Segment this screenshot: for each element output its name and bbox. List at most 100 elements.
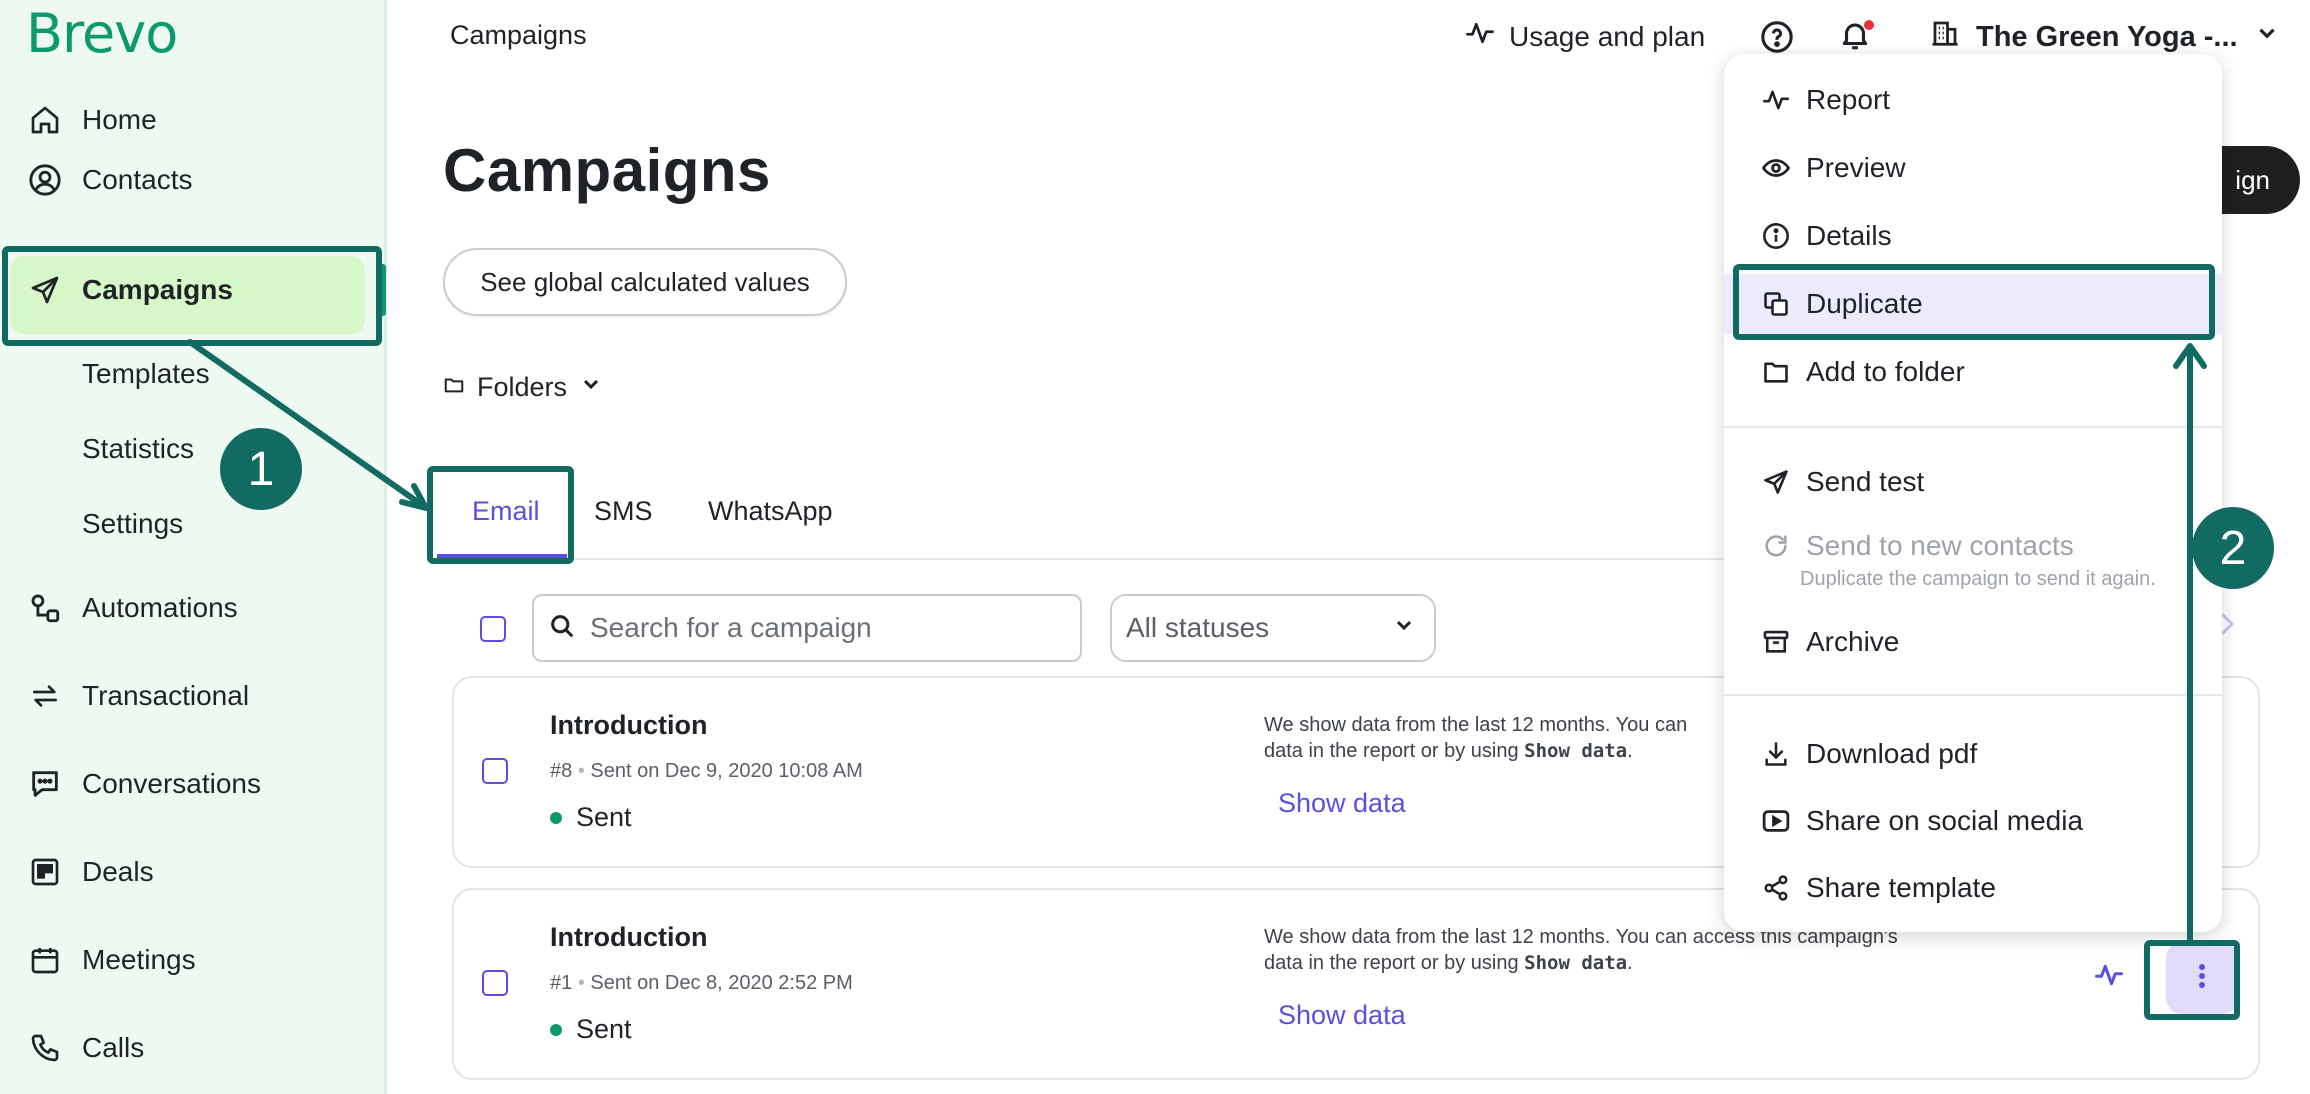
transactional-icon: [26, 677, 64, 715]
menu-item-label: Download pdf: [1806, 738, 1978, 769]
note-text: data in the report or by using: [1264, 952, 1525, 974]
video-icon: [1760, 805, 1792, 837]
report-icon[interactable]: [2094, 960, 2126, 992]
sidebar-subitem-settings[interactable]: Settings: [82, 508, 183, 540]
tab-whatsapp[interactable]: WhatsApp: [708, 496, 833, 527]
sidebar-subitem-statistics[interactable]: Statistics: [82, 433, 194, 465]
sidebar-item-label: Deals: [82, 856, 154, 887]
menu-item-label: Preview: [1806, 152, 1906, 183]
sidebar-item-conversations[interactable]: Conversations: [0, 744, 387, 824]
note-line: data in the report or by using Show data…: [1264, 950, 1984, 976]
help-icon[interactable]: [1760, 20, 1794, 54]
show-data-link[interactable]: Show data: [1278, 788, 1406, 819]
menu-item-add-to-folder[interactable]: Add to folder: [1724, 342, 2222, 402]
see-global-values-button[interactable]: See global calculated values: [443, 248, 847, 316]
show-data-link[interactable]: Show data: [1278, 1000, 1406, 1031]
menu-item-label: Share on social media: [1806, 805, 2084, 836]
note-bold: Show data: [1524, 952, 1628, 974]
sidebar-item-contacts[interactable]: Contacts: [0, 140, 387, 220]
menu-item-archive[interactable]: Archive: [1724, 612, 2222, 672]
search-field[interactable]: [532, 594, 1082, 662]
campaign-sent-info: Sent on Dec 9, 2020 10:08 AM: [590, 760, 863, 782]
menu-item-download-pdf[interactable]: Download pdf: [1724, 724, 2222, 784]
contacts-icon: [26, 161, 64, 199]
status-dot: [550, 1023, 562, 1036]
menu-item-label: Send test: [1806, 466, 1925, 497]
annotation-box-email-tab: [427, 466, 574, 564]
sidebar-item-deals[interactable]: Deals: [0, 832, 387, 912]
sidebar-item-transactional[interactable]: Transactional: [0, 656, 387, 736]
download-icon: [1760, 738, 1792, 770]
notification-dot: [1864, 20, 1874, 30]
menu-item-send-test[interactable]: Send test: [1724, 452, 2222, 512]
note-end: .: [1627, 952, 1633, 974]
menu-divider: [1724, 694, 2222, 696]
annotation-box-duplicate: [1733, 264, 2215, 340]
status-filter-select[interactable]: All statuses: [1110, 594, 1436, 662]
menu-item-label: Add to folder: [1806, 356, 1965, 387]
brevo-logo[interactable]: Brevo: [26, 2, 178, 65]
usage-label: Usage and plan: [1509, 20, 1706, 52]
sidebar-item-automations[interactable]: Automations: [0, 568, 387, 648]
chevron-down-icon: [579, 372, 603, 403]
menu-item-share-template[interactable]: Share template: [1724, 858, 2222, 918]
share-icon: [1760, 872, 1792, 904]
status-label: Sent: [576, 802, 632, 832]
sidebar-item-label: Home: [82, 104, 157, 135]
home-icon: [26, 101, 64, 139]
menu-item-label: Details: [1806, 220, 1892, 251]
campaign-checkbox[interactable]: [482, 758, 508, 784]
sidebar-item-label: Automations: [82, 592, 238, 623]
campaign-status: Sent: [550, 802, 632, 833]
campaign-checkbox[interactable]: [482, 970, 508, 996]
campaign-meta: #1 • Sent on Dec 8, 2020 2:52 PM: [550, 972, 853, 995]
status-label: Sent: [576, 1014, 632, 1044]
menu-item-label: Send to new contacts: [1806, 530, 2074, 561]
menu-item-share-social[interactable]: Share on social media: [1724, 791, 2222, 851]
chevron-down-icon: [2254, 20, 2280, 54]
activity-icon: [1465, 18, 1495, 55]
step-badge-2: 2: [2192, 507, 2274, 589]
campaign-number: #1: [550, 972, 573, 994]
note-end: .: [1627, 740, 1633, 762]
campaign-title[interactable]: Introduction: [550, 922, 707, 953]
sidebar: Brevo Home Contacts Campaigns Templates …: [0, 0, 387, 1094]
tab-sms[interactable]: SMS: [594, 496, 653, 527]
send-to-new-hint: Duplicate the campaign to send it again.: [1800, 568, 2156, 590]
usage-and-plan-link[interactable]: Usage and plan: [1465, 18, 1705, 55]
select-all-checkbox[interactable]: [480, 616, 506, 642]
folders-toggle[interactable]: Folders: [443, 372, 603, 403]
deals-icon: [26, 853, 64, 891]
campaign-meta: #8 • Sent on Dec 9, 2020 10:08 AM: [550, 760, 863, 783]
account-switcher[interactable]: The Green Yoga -...: [1930, 18, 2280, 56]
refresh-icon: [1760, 530, 1792, 562]
menu-item-details[interactable]: Details: [1724, 206, 2222, 266]
meta-separator: •: [577, 972, 591, 994]
sidebar-item-meetings[interactable]: Meetings: [0, 920, 387, 1000]
status-dot: [550, 811, 562, 824]
activity-icon: [1760, 84, 1792, 116]
campaign-title[interactable]: Introduction: [550, 710, 707, 741]
automations-icon: [26, 589, 64, 627]
step-badge-1: 1: [220, 428, 302, 510]
sidebar-subitem-templates[interactable]: Templates: [82, 358, 210, 390]
eye-icon: [1760, 152, 1792, 184]
menu-item-send-to-new-contacts: Send to new contacts: [1724, 516, 2222, 576]
menu-item-preview[interactable]: Preview: [1724, 138, 2222, 198]
sidebar-item-calls[interactable]: Calls: [0, 1008, 387, 1088]
sidebar-item-label: Contacts: [82, 164, 193, 195]
folder-icon: [443, 372, 465, 403]
annotation-box-more-actions: [2144, 940, 2240, 1020]
sidebar-item-label: Meetings: [82, 944, 196, 975]
note-bold: Show data: [1524, 740, 1628, 762]
menu-item-report[interactable]: Report: [1724, 70, 2222, 130]
search-input[interactable]: [590, 612, 1070, 644]
arrowhead: [399, 483, 429, 511]
calendar-icon: [26, 941, 64, 979]
folder-icon: [1760, 356, 1792, 388]
conversations-icon: [26, 765, 64, 803]
account-name: The Green Yoga -...: [1976, 20, 2238, 53]
send-icon: [26, 271, 64, 309]
menu-item-label: Archive: [1806, 626, 1900, 657]
archive-icon: [1760, 626, 1792, 658]
